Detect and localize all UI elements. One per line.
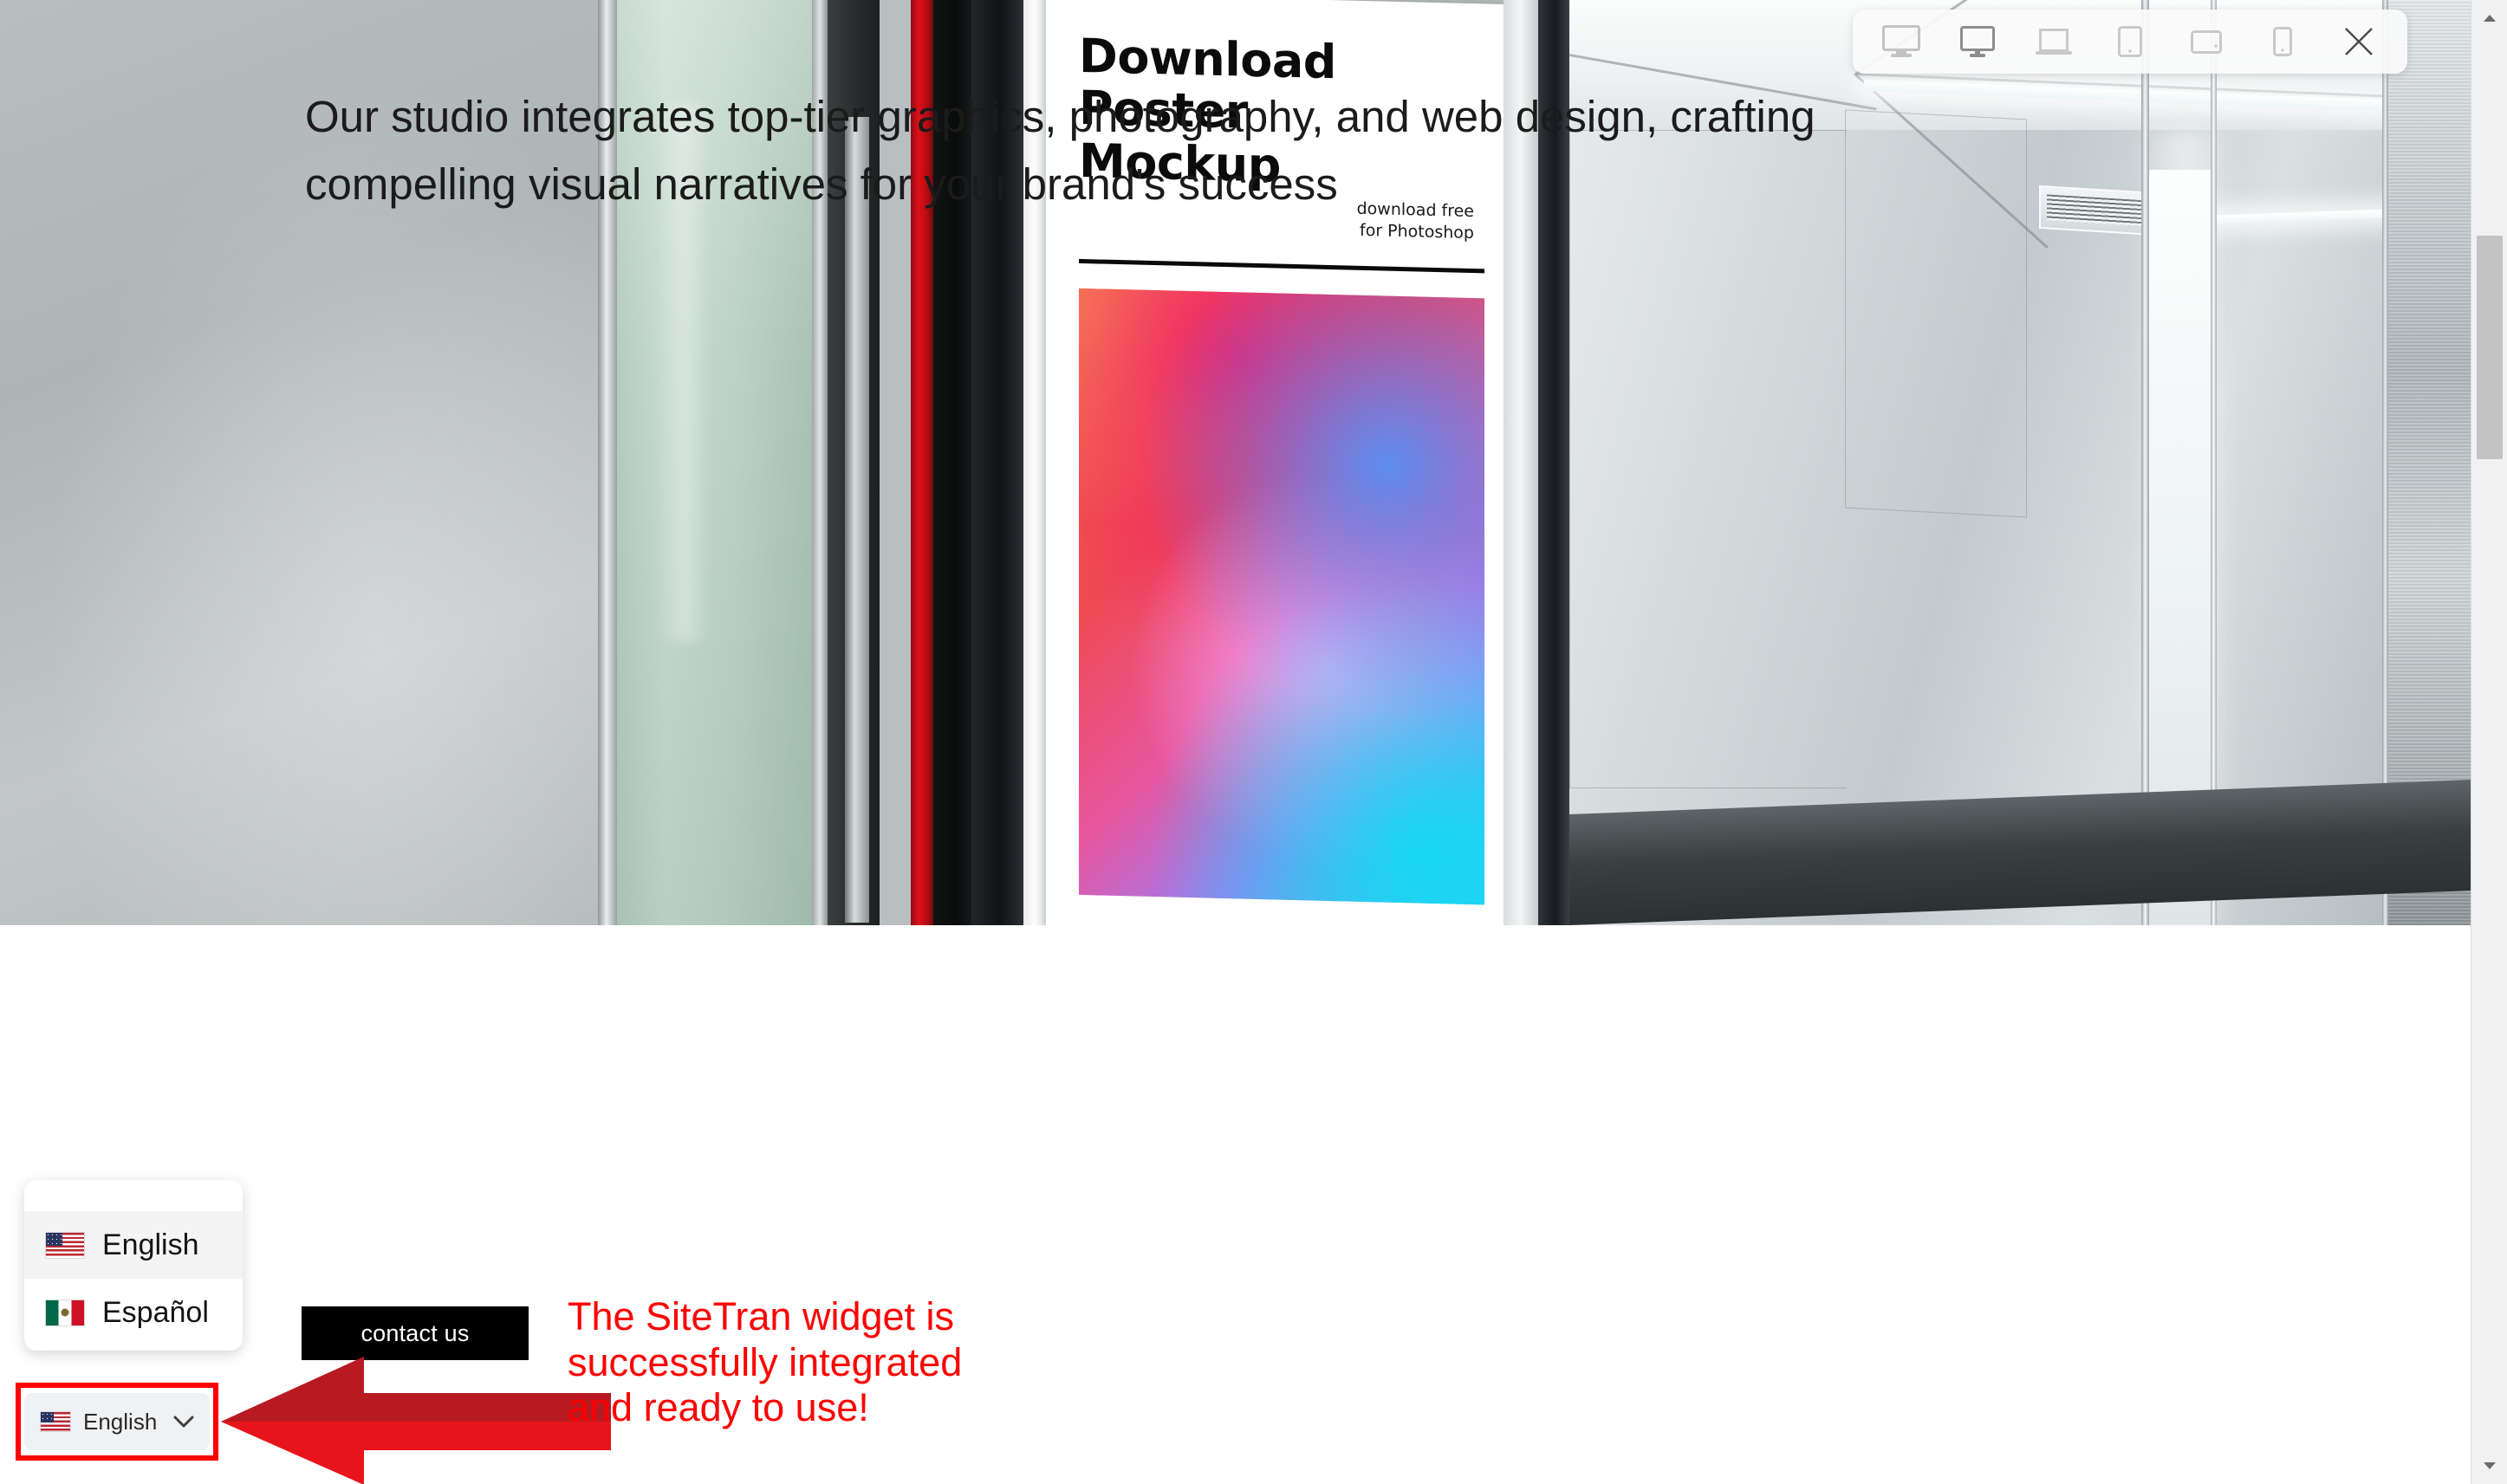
language-option-espanol[interactable]: Español [24,1279,243,1346]
tablet-landscape-icon[interactable] [2184,22,2229,62]
annotation-text: The SiteTran widget is successfully inte… [568,1294,963,1430]
poster-title-line1: Download [1079,28,1336,90]
page-scrollbar[interactable] [2471,0,2507,1484]
scroll-down-arrow-icon[interactable] [2471,1448,2507,1484]
language-dropdown-panel[interactable]: English Español [24,1180,243,1351]
door-jamb-1 [2141,0,2149,925]
desktop-large-icon[interactable] [1879,22,1924,62]
us-flag-icon-small [40,1411,71,1432]
scrollbar-thumb[interactable] [2477,236,2503,459]
annotation-arrow-icon [221,1357,611,1484]
language-selector-button[interactable]: English [24,1393,210,1450]
door-jamb-2 [2211,0,2217,925]
poster-sub-line2: for Photoshop [1360,220,1474,243]
us-flag-icon [45,1231,85,1259]
chevron-down-icon[interactable] [173,1416,194,1429]
close-icon[interactable] [2336,22,2381,62]
hero-metal-strip [845,117,869,923]
language-selector-label: English [83,1408,158,1435]
corridor-floor [1569,780,2471,925]
tablet-portrait-icon[interactable] [2108,22,2153,62]
poster-divider [1079,258,1484,274]
laptop-icon[interactable] [2031,22,2076,62]
scroll-up-arrow-icon[interactable] [2471,0,2507,36]
body-paragraph: Our studio integrates top-tier graphics,… [305,92,1815,210]
mobile-icon[interactable] [2260,22,2305,62]
desktop-icon[interactable] [1955,22,2000,62]
language-option-espanol-label: Español [102,1295,209,1329]
language-option-english[interactable]: English [24,1211,243,1279]
poster-gradient-artwork [1079,288,1484,905]
device-preview-toolbar[interactable] [1853,10,2407,74]
mx-flag-icon [45,1299,85,1326]
page-root: Download Poster Mockup download free for Ph… [0,0,2507,1484]
language-option-english-label: English [102,1228,199,1261]
wall-panel-left [1569,130,1847,788]
